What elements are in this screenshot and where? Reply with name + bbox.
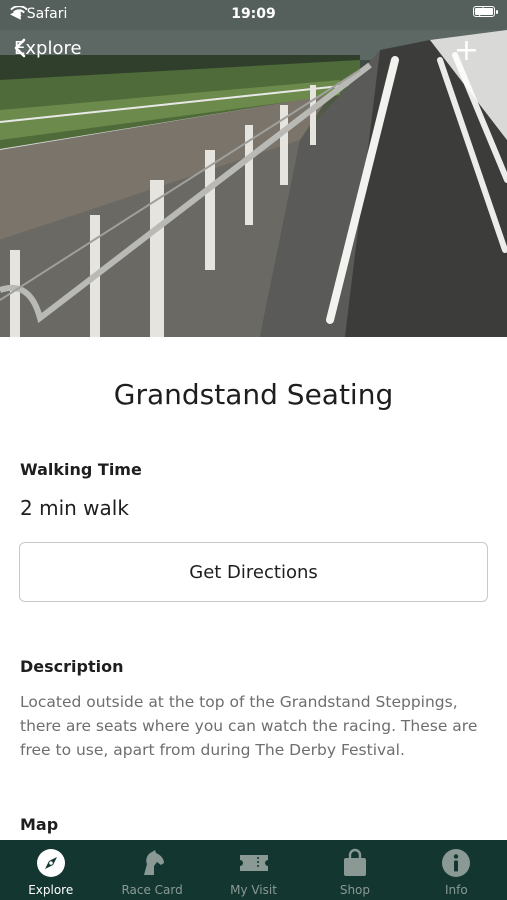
tab-explore-label: Explore: [28, 883, 74, 897]
battery-icon: [473, 6, 498, 17]
info-icon: [440, 847, 472, 879]
walking-time-value: 2 min walk: [20, 496, 129, 520]
shopping-bag-icon: [339, 847, 371, 879]
status-right: [473, 6, 498, 17]
tab-bar: Explore Race Card My Visit Shop Info: [0, 840, 507, 900]
walking-time-label: Walking Time: [20, 460, 142, 479]
ticket-icon: [238, 847, 270, 879]
tab-explore[interactable]: Explore: [0, 840, 101, 900]
hero-image: ◀ Safari 19:09 Explore +: [0, 0, 507, 337]
add-button[interactable]: +: [454, 36, 479, 66]
tab-shop-label: Shop: [339, 883, 371, 897]
description-label: Description: [20, 657, 124, 676]
status-time: 19:09: [231, 6, 276, 22]
tab-shop[interactable]: Shop: [304, 840, 405, 900]
tab-race-card-label: Race Card: [121, 883, 183, 897]
status-bar: ◀ Safari 19:09: [0, 0, 507, 30]
tab-race-card[interactable]: Race Card: [101, 840, 202, 900]
map-label: Map: [20, 815, 59, 834]
page-title: Grandstand Seating: [113, 378, 394, 411]
tab-info-label: Info: [444, 883, 468, 897]
get-directions-button[interactable]: Get Directions: [19, 542, 488, 602]
tab-info[interactable]: Info: [406, 840, 507, 900]
compass-icon: [35, 847, 67, 879]
tab-my-visit[interactable]: My Visit: [203, 840, 304, 900]
description-text: Located outside at the top of the Grands…: [20, 693, 478, 759]
chevron-left-icon: [14, 38, 26, 58]
tab-my-visit-label: My Visit: [230, 883, 277, 897]
horse-head-icon: [136, 847, 168, 879]
back-button[interactable]: Explore: [14, 38, 82, 59]
